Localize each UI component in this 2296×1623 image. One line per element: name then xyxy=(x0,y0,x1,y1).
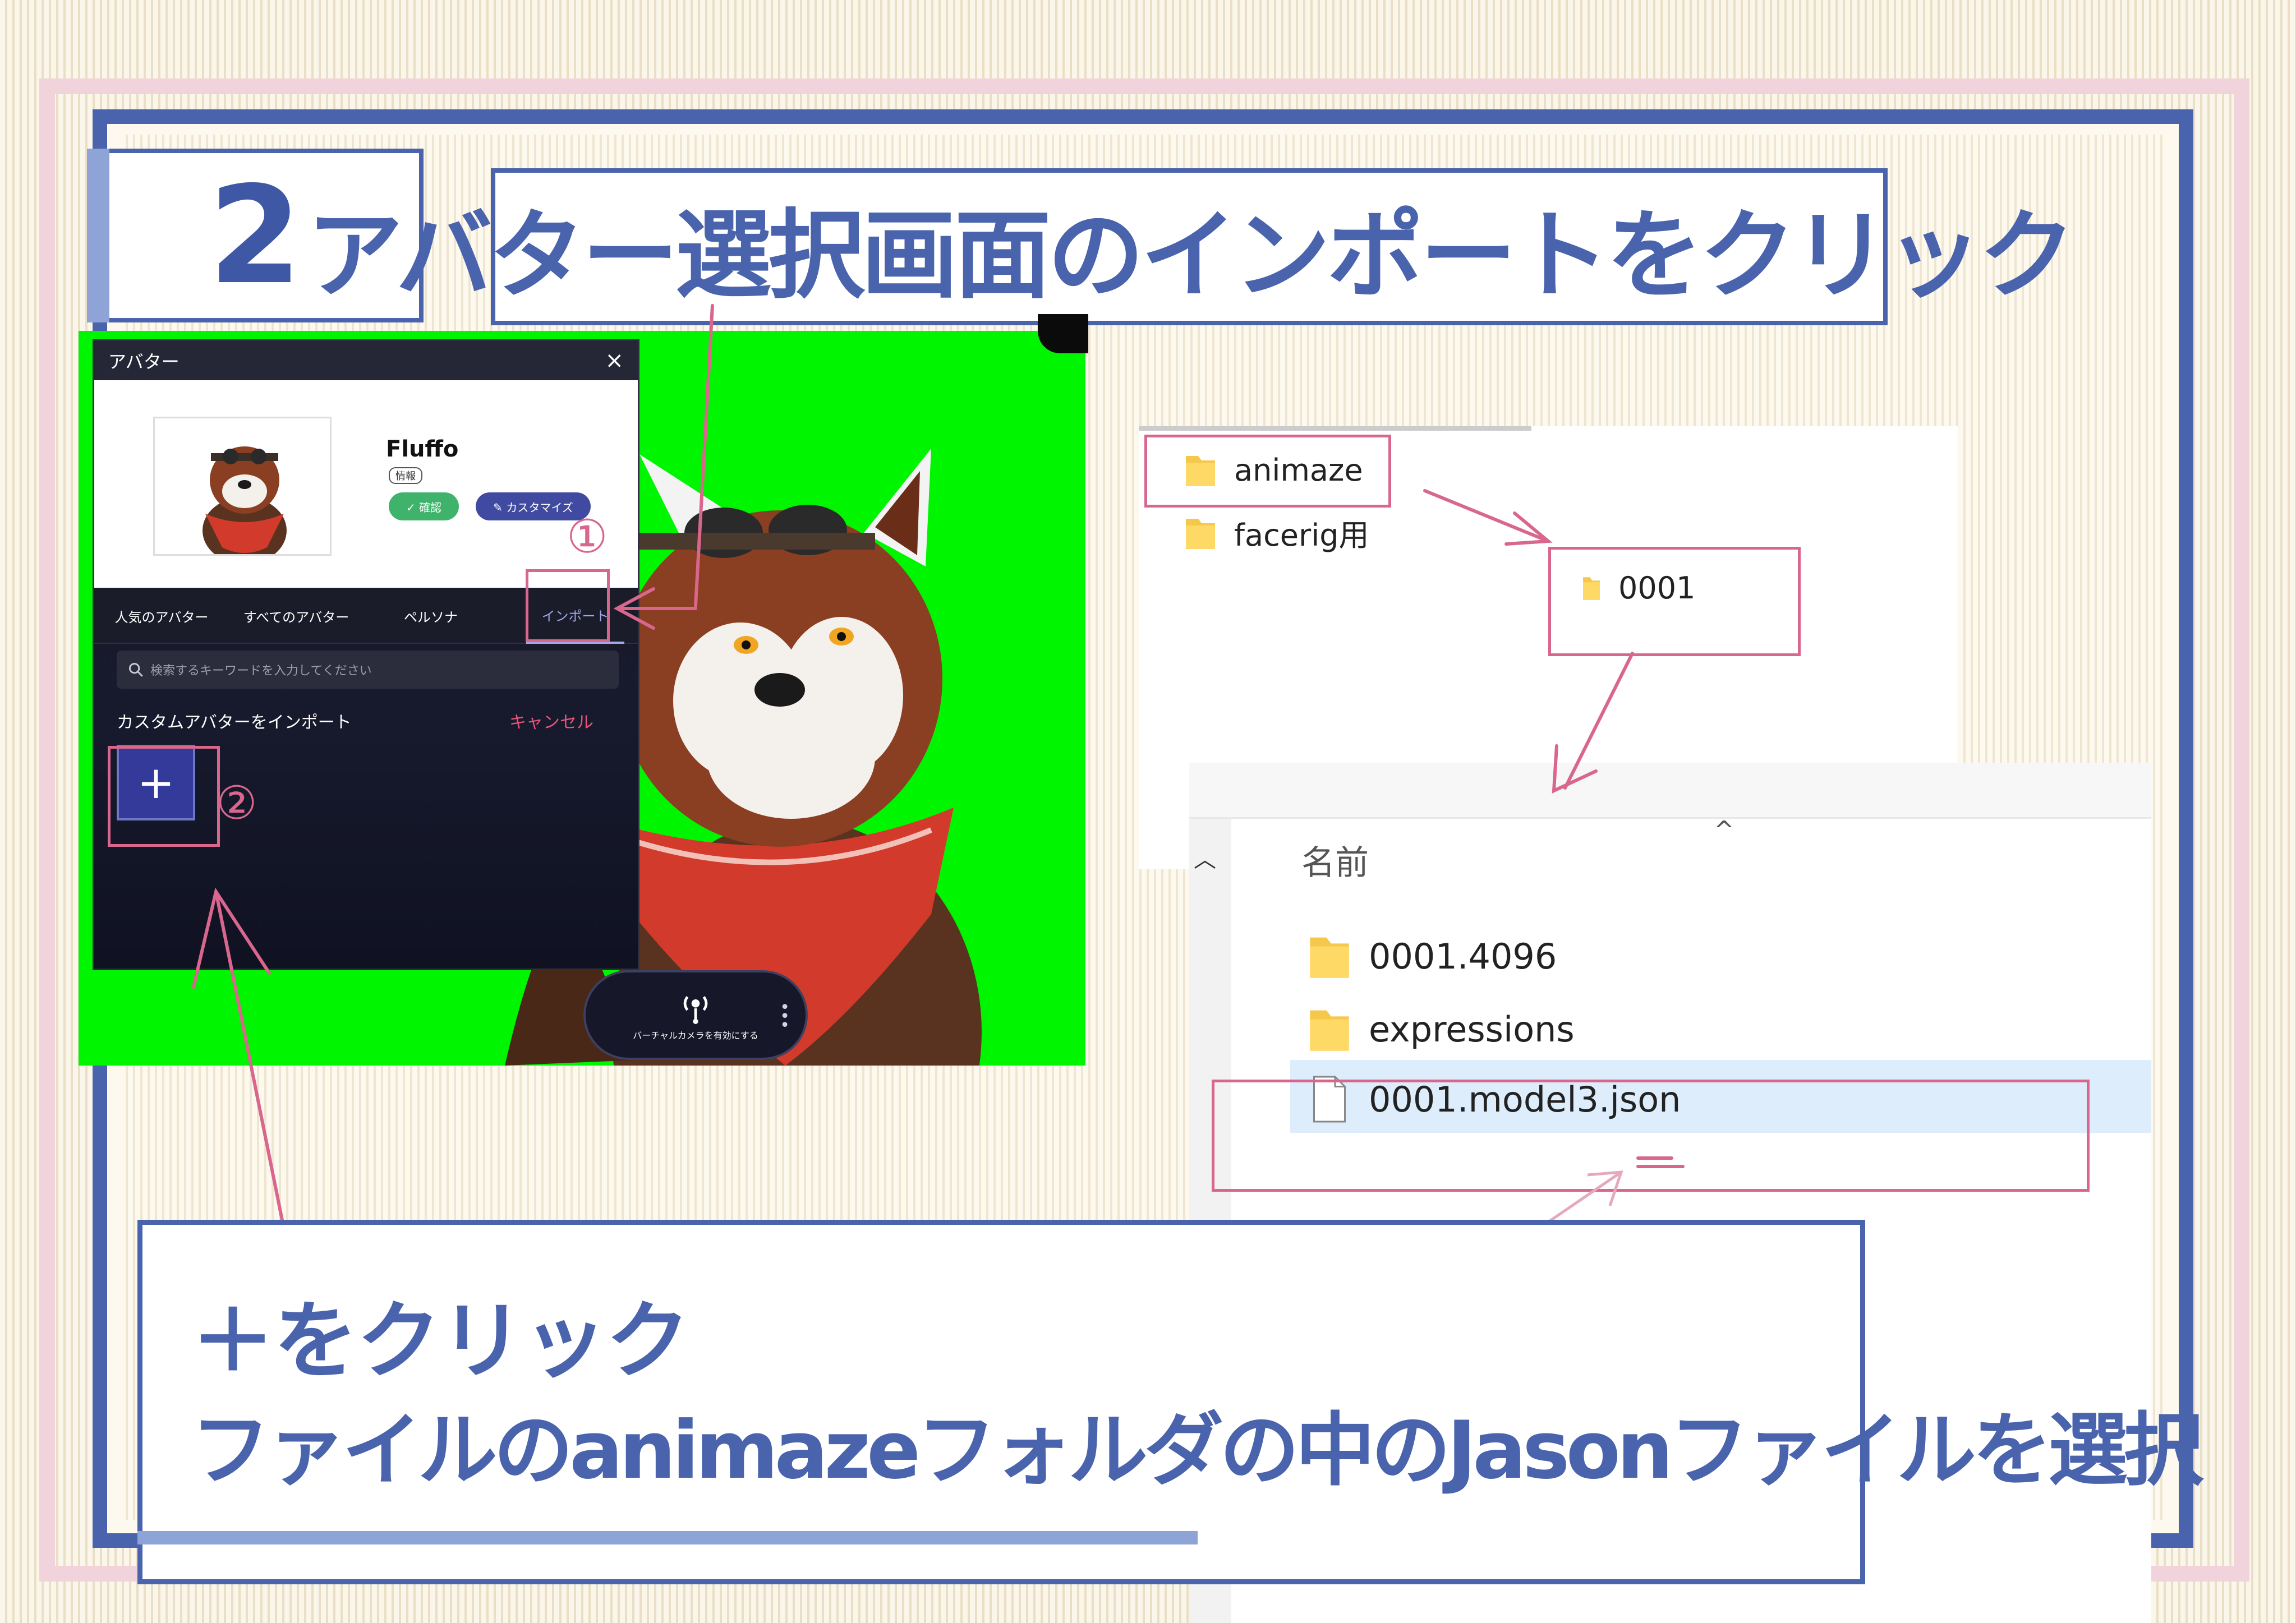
arrow-title-to-import xyxy=(694,304,714,607)
instruction-line-1: ＋をクリック xyxy=(191,1293,690,1390)
instruction-box-accent xyxy=(137,1531,1198,1544)
instruction-line-2: ファイルのanimazeフォルダの中のJasonファイルを選択 xyxy=(191,1404,2203,1497)
arrow-0001-to-files xyxy=(1563,652,1634,790)
arrow-animaze-to-0001 xyxy=(1423,489,1550,543)
